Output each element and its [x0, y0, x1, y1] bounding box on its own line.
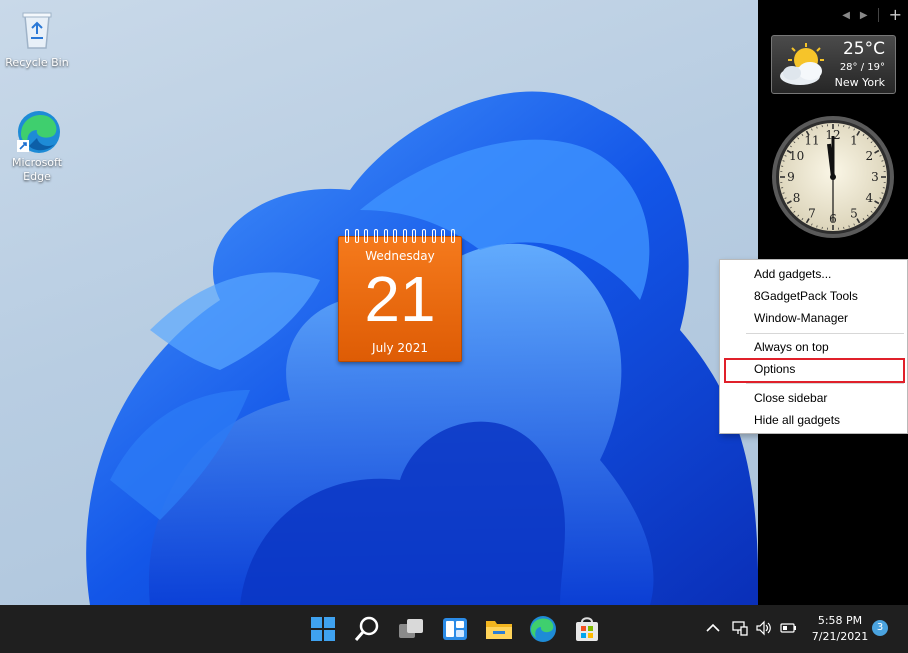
calendar-gadget[interactable]: Wednesday 21 July 2021: [338, 229, 462, 362]
taskbar-date: 7/21/2021: [811, 630, 869, 643]
edge-label: Microsoft Edge: [11, 156, 63, 183]
sidebar-controls-divider: [877, 8, 879, 22]
network-icon[interactable]: [731, 619, 749, 637]
volume-icon[interactable]: [755, 619, 773, 637]
clock-numeral: 8: [793, 191, 801, 205]
clock-numeral: 9: [787, 170, 795, 184]
menu-item-always-on-top[interactable]: Always on top: [720, 336, 907, 358]
sidebar-controls: ◀ ▶ +: [842, 7, 902, 23]
clock-numeral: 1: [850, 134, 858, 148]
recycle-bin-shortcut[interactable]: Recycle Bin: [4, 8, 70, 70]
widgets-icon[interactable]: [439, 613, 471, 645]
clock-numeral: 5: [850, 206, 858, 220]
task-view-icon[interactable]: [395, 613, 427, 645]
calendar-day-name: Wednesday: [365, 249, 435, 263]
notification-badge[interactable]: 3: [872, 620, 888, 636]
calendar-day-number: 21: [364, 263, 436, 335]
menu-item-tools[interactable]: 8GadgetPack Tools: [720, 285, 907, 307]
menu-item-close-sidebar[interactable]: Close sidebar: [720, 387, 907, 409]
start-icon[interactable]: [307, 613, 339, 645]
clock-numeral: 4: [866, 191, 874, 205]
taskbar-clock[interactable]: 5:58 PM 7/21/2021: [810, 613, 870, 645]
weather-gadget[interactable]: 25°C 28° / 19° New York: [771, 35, 896, 94]
sidebar-next-button[interactable]: ▶: [860, 10, 868, 21]
calendar-month-year: July 2021: [372, 341, 428, 355]
taskbar: 5:58 PM 7/21/2021: [0, 605, 908, 653]
edge-shortcut[interactable]: Microsoft Edge: [4, 108, 70, 184]
battery-icon[interactable]: [779, 619, 797, 637]
recycle-bin-icon: [15, 8, 59, 52]
weather-range: 28° / 19°: [839, 62, 885, 73]
search-icon[interactable]: [351, 613, 383, 645]
store-icon[interactable]: [571, 613, 603, 645]
sidebar-add-button[interactable]: +: [889, 7, 902, 23]
menu-item-window-manager[interactable]: Window-Manager: [720, 307, 907, 329]
menu-separator: [746, 383, 904, 384]
menu-separator: [746, 333, 904, 334]
weather-temperature: 25°C: [842, 39, 885, 59]
recycle-bin-label: Recycle Bin: [5, 56, 69, 69]
weather-city: New York: [834, 76, 885, 89]
edge-icon: [15, 108, 60, 153]
clock-numeral: 11: [804, 134, 819, 148]
chevron-up-icon[interactable]: [704, 619, 722, 637]
sidebar-context-menu: Add gadgets... 8GadgetPack Tools Window-…: [719, 259, 908, 434]
clock-numeral: 10: [789, 149, 804, 163]
clock-numeral: 3: [871, 170, 879, 184]
taskbar-time: 5:58 PM: [817, 614, 863, 627]
clock-numeral: 2: [866, 149, 874, 163]
calendar-rings: [345, 229, 455, 243]
file-explorer-icon[interactable]: [483, 613, 515, 645]
menu-item-options[interactable]: Options: [720, 358, 907, 380]
partly-cloudy-icon: [780, 43, 824, 85]
sidebar-prev-button[interactable]: ◀: [842, 10, 850, 21]
clock-gadget[interactable]: 121234567891011: [770, 114, 896, 240]
edge-taskbar-icon[interactable]: [527, 613, 559, 645]
menu-item-add-gadgets[interactable]: Add gadgets...: [720, 263, 907, 285]
clock-numeral: 7: [808, 206, 816, 220]
menu-item-hide-all-gadgets[interactable]: Hide all gadgets: [720, 409, 907, 431]
